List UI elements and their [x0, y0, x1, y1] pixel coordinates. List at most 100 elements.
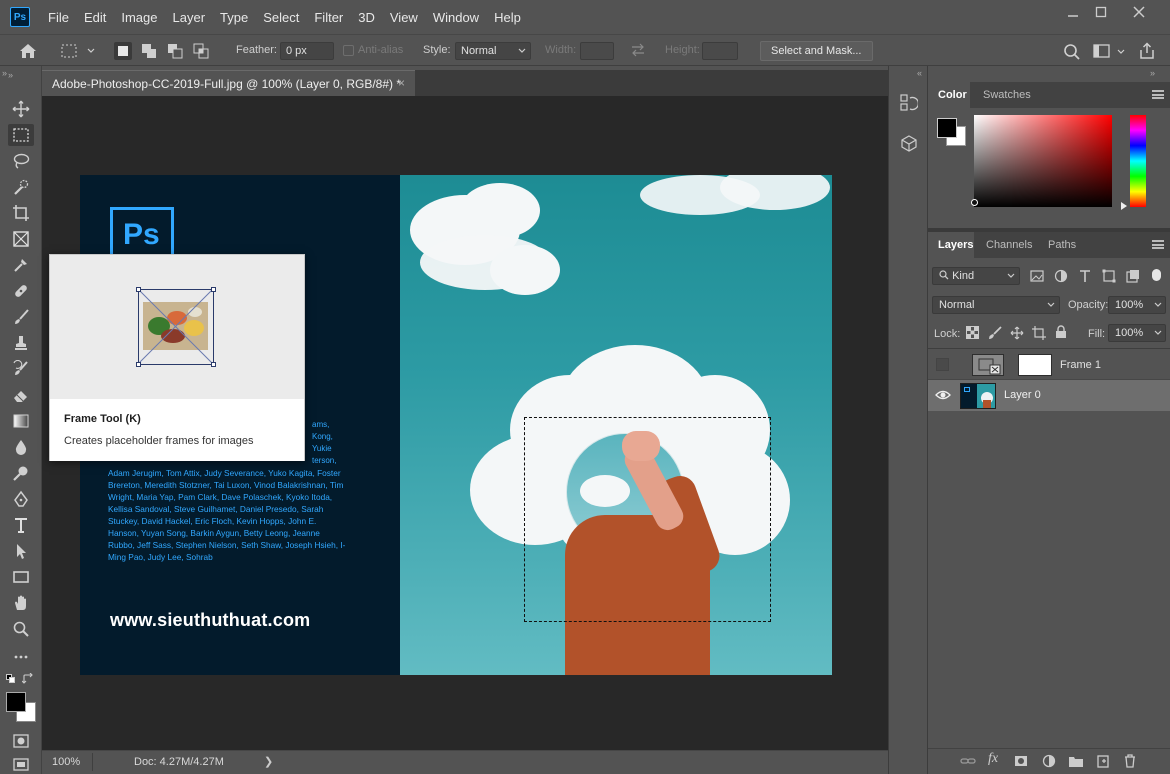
new-selection-icon[interactable] — [114, 42, 132, 60]
rectangle-tool-icon[interactable] — [8, 566, 34, 588]
history-panel-icon[interactable] — [900, 94, 920, 115]
menu-type[interactable]: Type — [220, 10, 248, 25]
color-field[interactable] — [974, 115, 1112, 207]
layer-row-frame-1[interactable]: Frame 1 — [928, 349, 1170, 380]
dodge-tool-icon[interactable] — [8, 462, 34, 484]
close-icon[interactable] — [1128, 4, 1150, 20]
healing-brush-tool-icon[interactable] — [8, 280, 34, 302]
blend-mode-select[interactable]: Normal — [932, 296, 1060, 314]
menu-filter[interactable]: Filter — [314, 10, 343, 25]
hand-tool-icon[interactable] — [8, 592, 34, 614]
zoom-level[interactable]: 100% — [52, 756, 80, 768]
collapse-left-icon[interactable]: » — [2, 68, 7, 78]
status-menu-icon[interactable]: ❯ — [264, 755, 273, 768]
lock-artboard-icon[interactable] — [1032, 326, 1046, 343]
intersect-selection-icon[interactable] — [192, 42, 210, 60]
layer-name[interactable]: Frame 1 — [1060, 359, 1101, 371]
close-tab-icon[interactable]: × — [398, 76, 405, 90]
quick-selection-tool-icon[interactable] — [8, 176, 34, 198]
menu-file[interactable]: File — [48, 10, 69, 25]
layer-visibility-toggle[interactable] — [936, 358, 949, 371]
tab-channels[interactable]: Channels — [986, 239, 1032, 251]
swap-colors-icon[interactable] — [21, 672, 34, 688]
filter-adjustment-icon[interactable] — [1054, 269, 1068, 286]
menu-image[interactable]: Image — [121, 10, 157, 25]
lasso-tool-icon[interactable] — [8, 150, 34, 172]
lock-pixels-icon[interactable] — [988, 326, 1002, 343]
new-group-icon[interactable] — [1068, 754, 1084, 771]
foreground-color-swatch[interactable] — [6, 692, 26, 712]
feather-input[interactable]: 0 px — [280, 42, 334, 60]
eye-icon[interactable] — [935, 388, 951, 405]
height-input[interactable] — [702, 42, 738, 60]
new-layer-icon[interactable] — [1096, 754, 1110, 771]
width-input[interactable] — [580, 42, 614, 60]
lock-position-icon[interactable] — [1010, 326, 1024, 343]
filter-type-icon[interactable] — [1078, 269, 1092, 286]
lock-all-icon[interactable] — [1055, 325, 1067, 342]
path-selection-tool-icon[interactable] — [8, 540, 34, 562]
layer-effects-icon[interactable]: fx — [988, 751, 998, 767]
default-colors-icon[interactable] — [6, 674, 16, 687]
frame-tool-icon[interactable] — [8, 228, 34, 250]
home-icon[interactable] — [18, 42, 38, 63]
collapse-toolbar-icon[interactable]: » — [8, 70, 13, 80]
search-icon[interactable] — [1063, 43, 1081, 64]
clone-stamp-tool-icon[interactable] — [8, 332, 34, 354]
adjustment-layer-icon[interactable] — [1042, 754, 1056, 771]
select-and-mask-button[interactable]: Select and Mask... — [760, 41, 873, 61]
menu-edit[interactable]: Edit — [84, 10, 106, 25]
fill-input[interactable]: 100% — [1108, 324, 1166, 342]
move-tool-icon[interactable] — [8, 98, 34, 120]
3d-panel-icon[interactable] — [899, 134, 919, 155]
filter-shape-icon[interactable] — [1102, 269, 1116, 286]
marquee-tool-icon[interactable] — [8, 124, 34, 146]
tab-paths[interactable]: Paths — [1048, 239, 1076, 251]
history-brush-tool-icon[interactable] — [8, 358, 34, 380]
antialias-checkbox[interactable] — [343, 45, 354, 56]
minimize-icon[interactable] — [1062, 4, 1084, 20]
blur-tool-icon[interactable] — [8, 436, 34, 458]
color-panel-menu-icon[interactable] — [1152, 90, 1164, 99]
workspace-icon[interactable] — [1093, 44, 1125, 63]
menu-window[interactable]: Window — [433, 10, 479, 25]
collapse-right-icon[interactable]: » — [1150, 68, 1155, 78]
hue-slider[interactable] — [1130, 115, 1146, 207]
tab-swatches[interactable]: Swatches — [983, 89, 1031, 101]
menu-3d[interactable]: 3D — [358, 10, 375, 25]
brush-tool-icon[interactable] — [8, 306, 34, 328]
crop-tool-icon[interactable] — [8, 202, 34, 224]
link-layers-icon[interactable] — [960, 754, 976, 771]
tab-color[interactable]: Color — [938, 89, 967, 101]
pen-tool-icon[interactable] — [8, 488, 34, 510]
filter-kind-select[interactable]: Kind — [932, 267, 1020, 285]
eyedropper-tool-icon[interactable] — [8, 254, 34, 276]
menu-help[interactable]: Help — [494, 10, 521, 25]
menu-layer[interactable]: Layer — [173, 10, 206, 25]
menu-select[interactable]: Select — [263, 10, 299, 25]
subtract-selection-icon[interactable] — [166, 42, 184, 60]
filter-toggle[interactable] — [1152, 269, 1161, 281]
maximize-icon[interactable] — [1090, 4, 1112, 20]
layers-panel-menu-icon[interactable] — [1152, 240, 1164, 249]
share-icon[interactable] — [1138, 42, 1156, 63]
lock-transparent-icon[interactable] — [966, 326, 979, 342]
filter-smartobject-icon[interactable] — [1126, 269, 1140, 286]
collapse-panels-icon[interactable]: « — [917, 68, 922, 78]
tab-layers[interactable]: Layers — [938, 239, 973, 251]
filter-pixel-icon[interactable] — [1030, 269, 1044, 286]
menu-view[interactable]: View — [390, 10, 418, 25]
zoom-tool-icon[interactable] — [8, 618, 34, 640]
style-select[interactable]: Normal — [455, 42, 531, 60]
add-mask-icon[interactable] — [1014, 754, 1028, 771]
eraser-tool-icon[interactable] — [8, 384, 34, 406]
color-picker-handle[interactable] — [971, 199, 978, 206]
document-tab[interactable]: Adobe-Photoshop-CC-2019-Full.jpg @ 100% … — [42, 70, 415, 96]
hue-slider-handle[interactable] — [1121, 202, 1127, 210]
gradient-tool-icon[interactable] — [8, 410, 34, 432]
more-tools-icon[interactable] — [8, 646, 34, 668]
opacity-input[interactable]: 100% — [1108, 296, 1166, 314]
color-foreground-swatch[interactable] — [937, 118, 957, 138]
screen-mode-icon[interactable] — [8, 754, 34, 774]
layer-row-layer-0[interactable]: Layer 0 — [928, 380, 1170, 411]
